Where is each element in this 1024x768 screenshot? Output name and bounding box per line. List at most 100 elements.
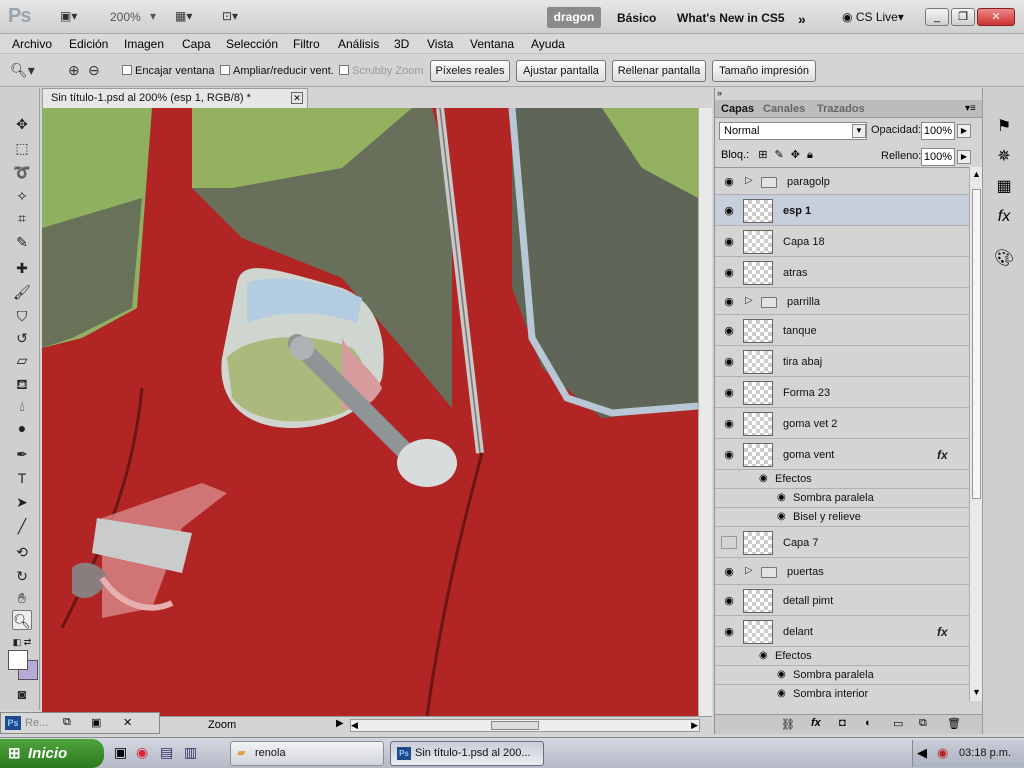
chevron-down-icon[interactable]: ▾ <box>150 9 156 25</box>
lock-position-icon[interactable]: ✥ <box>791 149 800 161</box>
effect-eye-icon[interactable]: ◉ <box>777 492 786 503</box>
menu-archivo[interactable]: Archivo <box>12 37 52 51</box>
layer-effects-row[interactable]: ◉ Efectos <box>715 647 969 666</box>
visibility-eye-icon[interactable]: ◉ <box>721 625 737 638</box>
task-photoshop[interactable]: Ps Sin título-1.psd al 200... <box>390 741 544 766</box>
type-tool-icon[interactable]: T <box>12 468 32 488</box>
tab-trazados[interactable]: Trazados <box>817 103 865 115</box>
lock-image-icon[interactable]: ✎ <box>774 149 783 161</box>
move-tool-icon[interactable]: ✥ <box>12 114 32 134</box>
effect-eye-icon[interactable]: ◉ <box>777 511 786 522</box>
minimize-button[interactable]: _ <box>925 8 949 26</box>
menu-vista[interactable]: Vista <box>427 37 453 51</box>
zoom-tool-icon[interactable]: 🔍︎ <box>12 610 32 630</box>
crop-tool-icon[interactable]: ⌗ <box>12 208 32 228</box>
default-colors-icon[interactable]: ◧ ⇄ <box>8 632 36 652</box>
quick-selection-tool-icon[interactable]: ✧ <box>12 186 32 206</box>
scroll-thumb[interactable] <box>491 721 539 730</box>
dodge-tool-icon[interactable]: ● <box>12 418 32 438</box>
layers-scrollbar[interactable]: ▲ ▼ <box>969 167 983 701</box>
layer-row[interactable]: ◉ Capa 18 <box>715 226 969 257</box>
3d-rotate-tool-icon[interactable]: ⟲ <box>12 542 32 562</box>
line-tool-icon[interactable]: ╱ <box>12 516 32 536</box>
lasso-tool-icon[interactable]: ➰ <box>12 162 32 182</box>
menu-seleccion[interactable]: Selección <box>226 37 278 51</box>
effects-eye-icon[interactable]: ◉ <box>759 650 768 661</box>
tray-expand-icon[interactable]: ◀ <box>917 745 927 761</box>
scroll-up-icon[interactable]: ▲ <box>972 169 981 179</box>
maximize-window-icon[interactable]: ▣ <box>91 716 101 729</box>
link-layers-icon[interactable]: ⛓ <box>781 718 795 731</box>
print-size-button[interactable]: Tamaño impresión <box>712 60 816 82</box>
workspace-dragon-button[interactable]: dragon <box>547 7 601 28</box>
expand-group-icon[interactable]: ▷ <box>745 565 753 576</box>
add-layer-style-icon[interactable]: fx <box>811 717 821 729</box>
visibility-eye-icon[interactable]: ◉ <box>721 204 737 217</box>
menu-3d[interactable]: 3D <box>394 37 409 51</box>
menu-edicion[interactable]: Edición <box>69 37 108 51</box>
visibility-eye-icon[interactable]: ◉ <box>721 175 737 188</box>
layer-row[interactable]: ◉ tanque <box>715 315 969 346</box>
eraser-tool-icon[interactable]: ▱ <box>12 350 32 370</box>
tab-canales[interactable]: Canales <box>763 103 805 115</box>
scroll-thumb[interactable] <box>972 189 981 499</box>
layer-effect-row[interactable]: ◉ Sombra paralela <box>715 666 969 685</box>
zoom-level-dropdown[interactable]: 200% <box>110 10 141 24</box>
visibility-eye-icon[interactable]: ◉ <box>721 386 737 399</box>
actual-pixels-button[interactable]: Píxeles reales <box>430 60 510 82</box>
zoom-out-icon[interactable]: ⊖ <box>88 62 100 78</box>
screen-mode-icon[interactable]: ▣▾ <box>60 9 77 25</box>
path-selection-tool-icon[interactable]: ➤ <box>12 492 32 512</box>
eyedropper-tool-icon[interactable]: ✎ <box>12 232 32 252</box>
layer-row[interactable]: ◉ detall pimt <box>715 585 969 616</box>
menu-ventana[interactable]: Ventana <box>470 37 514 51</box>
close-button[interactable]: ✕ <box>977 8 1015 26</box>
zoom-in-icon[interactable]: ⊕ <box>68 62 80 78</box>
canvas-horizontal-scrollbar[interactable]: ◀ ▶ <box>350 719 700 732</box>
visibility-eye-icon[interactable]: ◉ <box>721 594 737 607</box>
scroll-right-icon[interactable]: ▶ <box>691 720 698 731</box>
scroll-left-icon[interactable]: ◀ <box>351 720 358 731</box>
color-panel-icon[interactable]: 🎨︎ <box>993 248 1015 270</box>
status-arrow-icon[interactable]: ▶ <box>336 718 344 729</box>
blend-mode-dropdown[interactable]: Normal ▼ <box>719 122 867 140</box>
blur-tool-icon[interactable]: 💧︎ <box>12 396 32 416</box>
layer-row[interactable]: ◉ Forma 23 <box>715 377 969 408</box>
layer-row[interactable]: ◉ goma vent fx <box>715 439 969 470</box>
tray-app-icon[interactable]: ◉ <box>937 745 948 761</box>
visibility-eye-icon[interactable]: ◉ <box>721 295 737 308</box>
layer-fx-icon[interactable]: fx <box>937 625 948 639</box>
fill-screen-button[interactable]: Rellenar pantalla <box>612 60 706 82</box>
new-layer-icon[interactable]: ⧉ <box>919 717 927 730</box>
workspace-basic-button[interactable]: Básico <box>617 11 656 25</box>
menu-ayuda[interactable]: Ayuda <box>531 37 565 51</box>
visibility-eye-icon[interactable]: ◉ <box>721 448 737 461</box>
arrange-documents-icon[interactable]: ▦▾ <box>175 9 192 25</box>
chrome-icon[interactable]: ◉ <box>136 744 148 761</box>
layer-effects-row[interactable]: ◉ Efectos <box>715 470 969 489</box>
layer-effect-row[interactable]: ◉ Bisel y relieve <box>715 508 969 527</box>
cs-live-button[interactable]: ◉ CS Live▾ <box>842 10 904 24</box>
effect-eye-icon[interactable]: ◉ <box>777 669 786 680</box>
history-panel-icon[interactable]: ⚑ <box>993 116 1015 138</box>
visibility-eye-icon[interactable]: ◉ <box>721 266 737 279</box>
menu-capa[interactable]: Capa <box>182 37 211 51</box>
layer-row[interactable]: ◉ delant fx <box>715 616 969 647</box>
opacity-slider-icon[interactable]: ▶ <box>957 124 971 138</box>
more-workspaces-icon[interactable]: » <box>798 11 806 27</box>
layer-row[interactable]: ◉ tira abaj <box>715 346 969 377</box>
quicklaunch-icon[interactable]: ▤ <box>160 744 173 761</box>
3d-orbit-tool-icon[interactable]: ↻ <box>12 566 32 586</box>
document-canvas[interactable] <box>42 108 698 716</box>
canvas-vertical-scrollbar[interactable] <box>698 108 712 716</box>
swatches-panel-icon[interactable]: ▦ <box>993 176 1015 198</box>
zoom-tool-preset-icon[interactable]: 🔍︎▾ <box>10 62 35 78</box>
layer-group-row[interactable]: ◉ ▷ puertas <box>715 558 969 585</box>
add-mask-icon[interactable]: ◘ <box>839 717 846 729</box>
layer-effect-row[interactable]: ◉ Sombra interior <box>715 685 969 701</box>
start-button[interactable]: ⊞ Inicio <box>0 739 104 768</box>
layer-group-row[interactable]: ◉ ▷ parrilla <box>715 288 969 315</box>
screen-mode-dropdown-icon[interactable]: ⊡▾ <box>222 9 238 25</box>
effects-eye-icon[interactable]: ◉ <box>759 473 768 484</box>
lock-all-icon[interactable]: 🔒︎ <box>807 149 813 161</box>
